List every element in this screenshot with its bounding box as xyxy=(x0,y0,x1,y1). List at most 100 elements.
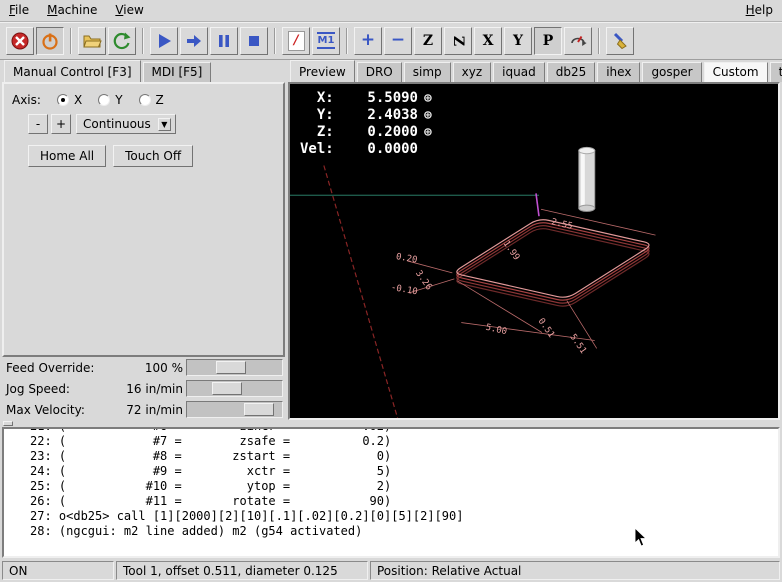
view-perspective-icon: P xyxy=(543,33,554,49)
jog-speed-label: Jog Speed: xyxy=(6,382,70,396)
tab-custom[interactable]: Custom xyxy=(704,62,768,82)
radio-z-indicator[interactable] xyxy=(139,94,151,106)
jog-minus-button[interactable]: - xyxy=(28,114,48,134)
skip-lines-icon: / xyxy=(288,31,305,51)
menubar: File Machine View Help xyxy=(0,0,782,22)
feed-override-handle[interactable] xyxy=(216,361,246,374)
step-icon xyxy=(184,31,204,51)
open-file-button[interactable] xyxy=(78,27,106,55)
home-all-button[interactable]: Home All xyxy=(28,145,106,167)
manual-control-panel: Manual Control [F3] MDI [F5] Axis: X Y Z xyxy=(2,59,286,420)
pause-button[interactable] xyxy=(210,27,238,55)
tab-simp[interactable]: simp xyxy=(404,62,451,82)
jog-speed-slider[interactable] xyxy=(186,380,283,397)
clear-plot-button[interactable] xyxy=(606,27,634,55)
touch-off-button[interactable]: Touch Off xyxy=(113,145,193,167)
zoom-out-button[interactable]: − xyxy=(384,27,412,55)
jog-increment-dropdown[interactable]: Continuous ▼ xyxy=(76,114,176,134)
radio-x-indicator[interactable] xyxy=(57,94,69,106)
dro-x-row: X: 5.5090 ⊕ xyxy=(300,90,432,107)
dim-0-20: 0.20 xyxy=(395,252,418,266)
toggle-skip-button[interactable]: / xyxy=(282,27,310,55)
zoom-out-icon: − xyxy=(391,32,405,49)
gcode-listing[interactable]: 21: ( #6 = zincr = .02) 22: ( #7 = zsafe… xyxy=(2,427,780,558)
dro-vel-row: Vel: 0.0000 xyxy=(300,141,432,158)
tab-xyz[interactable]: xyz xyxy=(453,62,492,82)
dim-2-55: 2.55 xyxy=(550,217,573,232)
view-perspective-button[interactable]: P xyxy=(534,27,562,55)
step-button[interactable] xyxy=(180,27,208,55)
feed-override-slider[interactable] xyxy=(186,359,283,376)
axis-y-label: Y xyxy=(115,93,122,107)
machine-state-cell: ON xyxy=(2,561,114,580)
toolbar-separator xyxy=(70,28,72,54)
tab-manual-control[interactable]: Manual Control [F3] xyxy=(4,60,141,82)
gcode-line: 27: o<db25> call [1][2000][2][10][.1][.0… xyxy=(30,509,778,524)
homed-icon: ⊕ xyxy=(424,107,432,124)
axis-main-window: File Machine View Help xyxy=(0,0,782,582)
run-button[interactable] xyxy=(150,27,178,55)
radio-y-indicator[interactable] xyxy=(98,94,110,106)
jog-speed-value: 16 in/min xyxy=(126,382,183,396)
menu-view[interactable]: View xyxy=(106,0,152,21)
tab-preview[interactable]: Preview xyxy=(290,60,355,82)
zoom-in-button[interactable]: + xyxy=(354,27,382,55)
dro-y-label: Y: xyxy=(300,107,334,124)
gcode-line: 21: ( #6 = zincr = .02) xyxy=(30,427,778,434)
clear-plot-brush-icon xyxy=(610,31,630,51)
tab-db25[interactable]: db25 xyxy=(547,62,596,82)
max-velocity-row: Max Velocity: 72 in/min xyxy=(2,400,286,420)
max-velocity-handle[interactable] xyxy=(244,403,274,416)
axis-selector-row: Axis: X Y Z xyxy=(12,93,275,107)
menu-machine[interactable]: Machine xyxy=(38,0,106,21)
menu-file[interactable]: File xyxy=(0,0,38,21)
tab-ihex[interactable]: ihex xyxy=(597,62,640,82)
tab-mdi[interactable]: MDI [F5] xyxy=(143,62,212,82)
machine-power-button[interactable] xyxy=(36,27,64,55)
view-x-button[interactable]: X xyxy=(474,27,502,55)
view-y-icon: Y xyxy=(513,33,523,49)
preview-canvas[interactable]: 2.55 1.99 0.20 3.26 -0.10 5.00 0.51 5.51 xyxy=(288,82,780,420)
rotate-view-button[interactable] xyxy=(564,27,592,55)
dimension-lines xyxy=(408,209,656,348)
toolbar-separator xyxy=(346,28,348,54)
preview-panel: Preview DRO simp xyz iquad db25 ihex gos… xyxy=(288,59,780,420)
stop-button[interactable] xyxy=(240,27,268,55)
pane-sash-grip[interactable] xyxy=(3,421,13,426)
view-z-rotated-icon: Z xyxy=(450,35,466,45)
dro-z-value: 0.2000 xyxy=(334,124,418,141)
view-z-button[interactable]: Z xyxy=(414,27,442,55)
view-z-rotated-button[interactable]: Z xyxy=(444,27,472,55)
tool-info-cell: Tool 1, offset 0.511, diameter 0.125 xyxy=(116,561,368,580)
dro-z-row: Z: 0.2000 ⊕ xyxy=(300,124,432,141)
dim-1-99: 1.99 xyxy=(501,239,522,262)
max-velocity-slider[interactable] xyxy=(186,401,283,418)
view-y-button[interactable]: Y xyxy=(504,27,532,55)
axis-radio-x[interactable]: X xyxy=(57,93,82,107)
zoom-in-icon: + xyxy=(361,32,375,49)
tab-gosper[interactable]: gosper xyxy=(642,62,701,82)
reload-icon xyxy=(112,31,132,51)
tab-iquad[interactable]: iquad xyxy=(493,62,545,82)
estop-icon xyxy=(10,31,30,51)
tab-dro[interactable]: DRO xyxy=(357,62,402,82)
menu-help[interactable]: Help xyxy=(737,0,782,21)
tab-ttt[interactable]: ttt xyxy=(770,62,782,82)
machine-limit-dashed-line xyxy=(324,166,398,418)
pause-icon xyxy=(214,31,234,51)
axis-radio-z[interactable]: Z xyxy=(139,93,164,107)
reload-button[interactable] xyxy=(108,27,136,55)
toolbar-separator xyxy=(142,28,144,54)
view-z-icon: Z xyxy=(423,33,433,49)
jog-speed-handle[interactable] xyxy=(212,382,242,395)
feed-override-row: Feed Override: 100 % xyxy=(2,358,286,378)
jog-plus-button[interactable]: + xyxy=(51,114,71,134)
dro-readout: X: 5.5090 ⊕ Y: 2.4038 ⊕ Z: 0.2000 ⊕ Vel:… xyxy=(300,90,432,158)
estop-button[interactable] xyxy=(6,27,34,55)
dro-z-label: Z: xyxy=(300,124,334,141)
optional-stop-button[interactable]: M1 xyxy=(312,27,340,55)
gcode-line: 26: ( #11 = rotate = 90) xyxy=(30,494,778,509)
dim-m0-10: -0.10 xyxy=(390,283,418,298)
gcode-line: 23: ( #8 = zstart = 0) xyxy=(30,449,778,464)
axis-radio-y[interactable]: Y xyxy=(98,93,122,107)
